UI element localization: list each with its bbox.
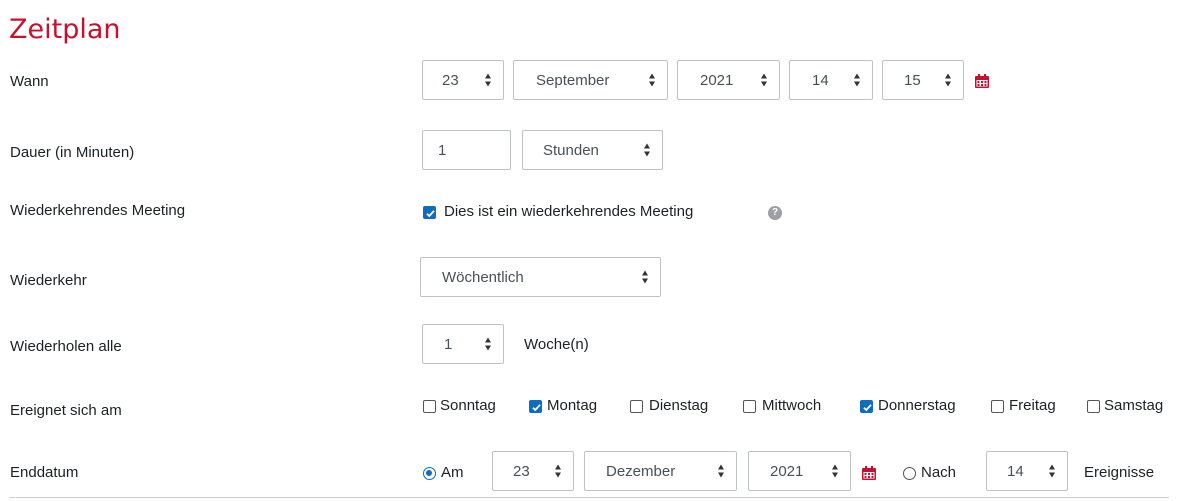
chevron-updown-icon xyxy=(554,464,561,478)
day-label-samstag: Samstag xyxy=(1104,397,1164,414)
day-label-freitag: Freitag xyxy=(1009,397,1056,414)
enddatum-year-value: 2021 xyxy=(770,462,804,480)
enddatum-nach-label: Nach xyxy=(921,464,957,481)
chevron-updown-icon xyxy=(641,270,648,284)
wiederholen-value: 1 xyxy=(444,335,453,353)
checkmark-icon xyxy=(863,404,872,412)
wann-day-select[interactable]: 23 xyxy=(422,60,504,100)
chevron-updown-icon xyxy=(648,73,655,87)
wann-label: Wann xyxy=(10,73,49,90)
day-label-sonntag: Sonntag xyxy=(440,397,496,414)
chevron-updown-icon xyxy=(760,73,767,87)
day-checkbox-donnerstag[interactable] xyxy=(860,400,873,413)
checkmark-icon xyxy=(426,210,435,218)
enddatum-count-unit: Ereignisse xyxy=(1084,464,1155,481)
dauer-unit-value: Stunden xyxy=(543,141,599,159)
day-checkbox-sonntag[interactable] xyxy=(423,400,436,413)
day-checkbox-samstag[interactable] xyxy=(1087,400,1100,413)
wiederkehrend-label: Wiederkehrendes Meeting xyxy=(10,202,186,219)
wann-hour-select[interactable]: 14 xyxy=(789,60,873,100)
wiederholen-select[interactable]: 1 xyxy=(422,324,504,364)
day-label-donnerstag: Donnerstag xyxy=(878,397,956,414)
day-label-dienstag: Dienstag xyxy=(649,397,709,414)
wann-year-select[interactable]: 2021 xyxy=(677,60,780,100)
chevron-updown-icon xyxy=(1048,464,1055,478)
enddatum-nach-radio[interactable] xyxy=(903,467,916,480)
wann-year-value: 2021 xyxy=(700,71,734,89)
checkmark-icon xyxy=(532,404,541,412)
enddatum-year-select[interactable]: 2021 xyxy=(748,451,851,491)
day-checkbox-dienstag[interactable] xyxy=(630,400,643,413)
wiederkehr-label: Wiederkehr xyxy=(10,272,87,289)
section-title: Zeitplan xyxy=(9,14,121,45)
ereignet-label: Ereignet sich am xyxy=(10,402,122,419)
enddatum-day-select[interactable]: 23 xyxy=(492,451,574,491)
enddatum-am-label: Am xyxy=(441,464,464,481)
wiederkehrend-checkbox-label: Dies ist ein wiederkehrendes Meeting xyxy=(444,203,694,220)
wann-minute-value: 15 xyxy=(904,71,921,89)
wiederholen-label: Wiederholen alle xyxy=(10,338,122,355)
day-checkbox-mittwoch[interactable] xyxy=(743,400,756,413)
wiederkehr-value: Wöchentlich xyxy=(442,268,524,286)
enddatum-count-select[interactable]: 14 xyxy=(986,451,1068,491)
dauer-unit-select[interactable]: Stunden xyxy=(522,130,663,170)
enddatum-month-select[interactable]: Dezember xyxy=(584,451,737,491)
chevron-updown-icon xyxy=(717,464,724,478)
wann-month-select[interactable]: September xyxy=(513,60,668,100)
wann-day-value: 23 xyxy=(442,71,459,89)
day-label-mittwoch: Mittwoch xyxy=(762,397,822,414)
dauer-label: Dauer (in Minuten) xyxy=(10,144,135,161)
divider xyxy=(9,497,1169,498)
wiederholen-unit: Woche(n) xyxy=(524,336,589,353)
wiederkehr-select[interactable]: Wöchentlich xyxy=(420,257,661,297)
chevron-updown-icon xyxy=(853,73,860,87)
help-icon[interactable]: ? xyxy=(768,206,782,220)
day-checkbox-montag[interactable] xyxy=(529,400,542,413)
wann-hour-value: 14 xyxy=(812,71,829,89)
enddatum-day-value: 23 xyxy=(513,462,530,480)
day-checkbox-freitag[interactable] xyxy=(991,400,1004,413)
day-label-montag: Montag xyxy=(547,397,598,414)
enddatum-am-radio[interactable] xyxy=(423,467,436,480)
chevron-updown-icon xyxy=(643,143,650,157)
chevron-updown-icon xyxy=(944,73,951,87)
enddatum-label: Enddatum xyxy=(10,464,79,481)
chevron-updown-icon xyxy=(831,464,838,478)
wann-month-value: September xyxy=(536,71,610,89)
calendar-icon[interactable] xyxy=(974,73,990,89)
enddatum-month-value: Dezember xyxy=(606,462,676,480)
wann-minute-select[interactable]: 15 xyxy=(882,60,964,100)
chevron-updown-icon xyxy=(484,73,491,87)
wiederkehrend-checkbox[interactable] xyxy=(423,206,436,219)
calendar-icon[interactable] xyxy=(861,465,877,481)
dauer-input[interactable]: 1 xyxy=(422,130,511,170)
chevron-updown-icon xyxy=(484,337,491,351)
enddatum-count-value: 14 xyxy=(1007,462,1024,480)
